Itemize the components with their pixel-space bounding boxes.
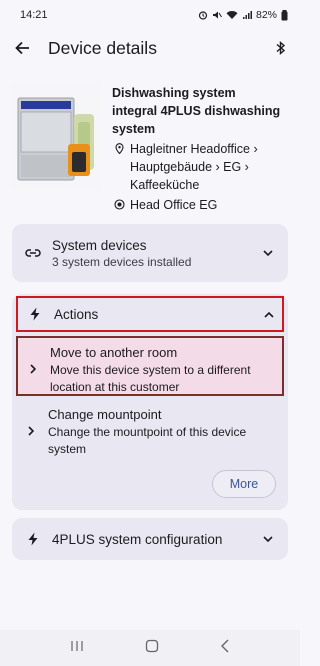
bluetooth-icon (276, 40, 286, 56)
battery-percent: 82% (255, 9, 277, 21)
chevron-right-icon (22, 406, 40, 436)
device-image (12, 82, 102, 190)
device-site-text: Head Office EG (130, 198, 218, 212)
device-site: Head Office EG (112, 196, 290, 214)
system-devices-header[interactable]: System devices 3 system devices installe… (12, 224, 288, 282)
actions-title: Actions (54, 306, 99, 322)
device-location: Hagleitner Headoffice › Hauptgebäude › E… (112, 140, 290, 194)
arrow-back-icon (15, 41, 29, 55)
device-info: Dishwashing system integral 4PLUS dishwa… (112, 84, 290, 214)
bluetooth-button[interactable] (272, 36, 290, 60)
recents-icon (71, 641, 83, 651)
action-description: Move this device system to a different l… (50, 363, 251, 394)
actions-card: Actions Move to another room Move this d… (12, 294, 288, 510)
action-description: Change the mountpoint of this device sys… (48, 425, 247, 456)
home-icon (145, 639, 159, 652)
nav-back-button[interactable] (220, 639, 230, 658)
lightning-icon (24, 532, 42, 546)
battery-icon (281, 9, 288, 20)
actions-header[interactable]: Actions (16, 296, 284, 332)
system-configuration-header[interactable]: 4PLUS system configuration (12, 518, 288, 560)
system-configuration-title: 4PLUS system configuration (52, 531, 223, 547)
action-change-mountpoint[interactable]: Change mountpoint Change the mountpoint … (16, 400, 284, 460)
status-time: 14:21 (20, 9, 48, 21)
lightning-icon (26, 307, 44, 321)
action-move-room[interactable]: Move to another room Move this device sy… (16, 336, 284, 396)
target-icon (112, 196, 126, 210)
location-pin-icon (112, 140, 126, 154)
system-devices-card[interactable]: System devices 3 system devices installe… (12, 224, 288, 282)
signal-icon (242, 11, 252, 19)
mute-icon (212, 11, 222, 19)
device-header: Dishwashing system integral 4PLUS dishwa… (12, 78, 292, 212)
app-bar: Device details (0, 30, 300, 66)
chevron-down-icon (260, 536, 276, 542)
device-location-text: Hagleitner Headoffice › Hauptgebäude › E… (130, 142, 258, 192)
system-configuration-card[interactable]: 4PLUS system configuration (12, 518, 288, 560)
status-bar: 14:21 82% (0, 0, 300, 30)
back-button[interactable] (10, 36, 34, 60)
alarm-icon (198, 11, 208, 20)
action-title: Move to another room (50, 345, 178, 360)
system-devices-title: System devices (52, 237, 147, 253)
chevron-right-icon (24, 344, 42, 374)
system-devices-subtitle: 3 system devices installed (52, 254, 192, 269)
action-title: Change mountpoint (48, 407, 162, 422)
system-nav-bar (0, 630, 300, 666)
link-icon (24, 248, 42, 258)
recents-button[interactable] (70, 639, 84, 657)
status-icons: 82% (198, 9, 288, 21)
device-subtitle: integral 4PLUS dishwashing system (112, 104, 281, 136)
more-button[interactable]: More (212, 470, 276, 498)
chevron-down-icon (260, 250, 276, 256)
home-button[interactable] (145, 639, 159, 658)
nav-back-icon (220, 639, 229, 652)
wifi-icon (226, 11, 238, 19)
chevron-up-icon (264, 305, 274, 323)
page-title: Device details (48, 37, 157, 58)
device-name: Dishwashing system (112, 86, 236, 100)
